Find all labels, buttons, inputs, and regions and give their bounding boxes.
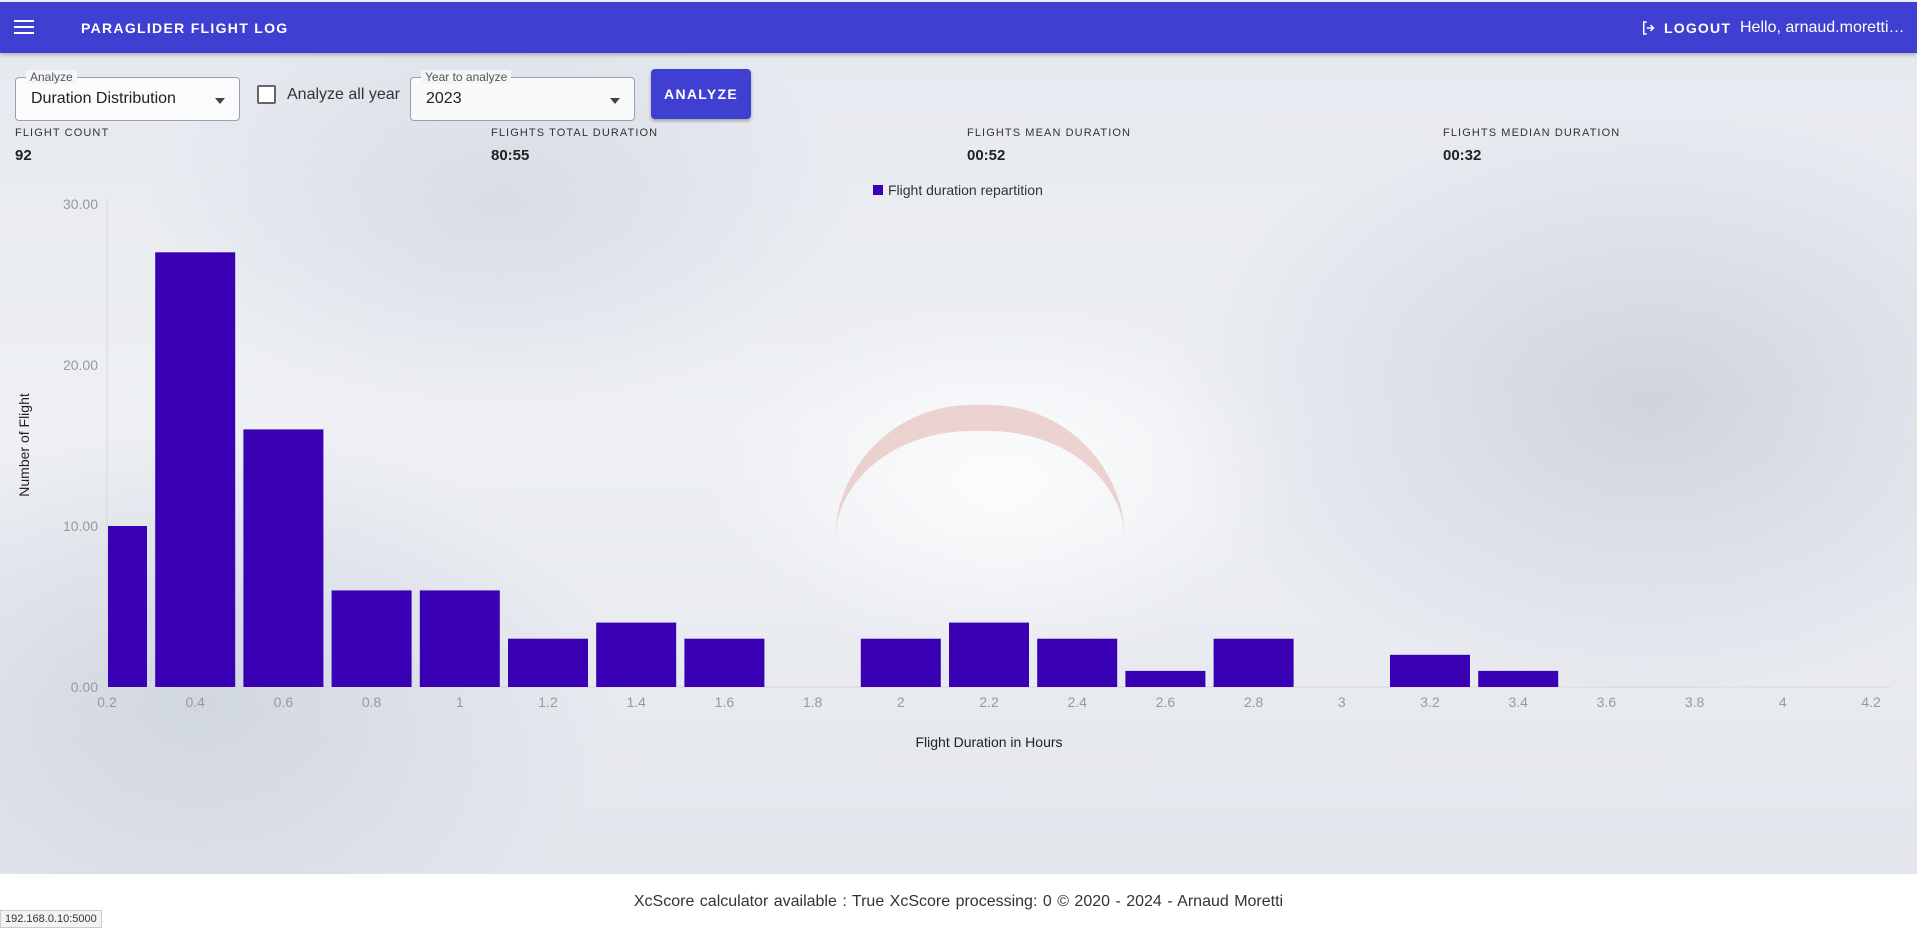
- chevron-down-icon: [215, 98, 225, 104]
- year-select-value: 2023: [426, 90, 462, 107]
- bar: [155, 252, 236, 688]
- x-tick-label: 3: [1338, 694, 1346, 710]
- logout-icon: [1643, 21, 1655, 35]
- year-select-label: Year to analyze: [421, 70, 512, 84]
- stat-label: FLIGHT COUNT: [15, 127, 110, 139]
- stat-value: 00:32: [1443, 147, 1482, 164]
- x-tick-label: 2.6: [1156, 694, 1176, 710]
- footer: XcScore calculator available : True XcSc…: [0, 874, 1917, 932]
- legend-label: Flight duration repartition: [888, 182, 1043, 198]
- app-title[interactable]: PARAGLIDER FLIGHT LOG: [81, 20, 288, 36]
- bar: [949, 622, 1029, 687]
- x-tick-label: 0.8: [362, 694, 382, 710]
- y-tick-label: 20.00: [63, 357, 98, 373]
- stat-value: 92: [15, 147, 32, 164]
- bar: [684, 638, 765, 687]
- stat-median-duration: FLIGHTS MEDIAN DURATION 00:32: [1443, 127, 1620, 164]
- bar: [1478, 670, 1559, 687]
- x-tick-label: 1.2: [538, 694, 558, 710]
- logout-button[interactable]: LOGOUT: [1640, 19, 1731, 37]
- analyze-select-label: Analyze: [26, 70, 77, 84]
- checkbox-label: Analyze all year: [287, 85, 400, 103]
- bar: [1213, 638, 1294, 687]
- status-url: 192.168.0.10:5000: [0, 910, 102, 928]
- user-greeting[interactable]: Hello, arnaud.moretti@...: [1740, 19, 1917, 37]
- bar: [243, 429, 324, 687]
- x-tick-label: 2.2: [979, 694, 999, 710]
- stat-flight-count: FLIGHT COUNT 92: [15, 127, 109, 164]
- x-tick-label: 1: [456, 694, 464, 710]
- x-tick-label: 1.4: [626, 694, 646, 710]
- bar: [508, 638, 588, 687]
- x-tick-label: 0.6: [274, 694, 294, 710]
- analyze-select[interactable]: Analyze Duration Distribution: [15, 70, 240, 121]
- x-tick-label: 3.8: [1685, 694, 1705, 710]
- legend-swatch: [873, 185, 883, 195]
- menu-icon[interactable]: [14, 20, 34, 36]
- bar: [1037, 638, 1118, 687]
- analyze-button[interactable]: ANALYZE: [651, 69, 751, 119]
- stat-label: FLIGHTS MEAN DURATION: [967, 127, 1132, 139]
- y-tick-label: 10.00: [63, 518, 98, 534]
- x-tick-label: 4: [1779, 694, 1787, 710]
- bar: [1125, 670, 1206, 687]
- bar: [331, 590, 412, 687]
- bar: [596, 622, 677, 687]
- analyze-all-year-checkbox[interactable]: Analyze all year: [257, 85, 400, 104]
- stat-value: 00:52: [967, 147, 1006, 164]
- bar: [108, 526, 147, 687]
- stat-label: FLIGHTS MEDIAN DURATION: [1443, 127, 1621, 139]
- bar: [419, 590, 500, 687]
- stat-total-duration: FLIGHTS TOTAL DURATION 80:55: [491, 127, 658, 164]
- x-tick-label: 2.8: [1244, 694, 1264, 710]
- bar: [1390, 654, 1470, 687]
- x-tick-label: 1.6: [715, 694, 735, 710]
- stat-value: 80:55: [491, 147, 530, 164]
- analyze-select-value: Duration Distribution: [31, 90, 176, 107]
- year-select[interactable]: Year to analyze 2023: [410, 70, 635, 121]
- x-tick-label: 0.2: [97, 694, 117, 710]
- footer-text: XcScore calculator available : True XcSc…: [633, 893, 1284, 910]
- chevron-down-icon: [610, 98, 620, 104]
- x-tick-label: 3.2: [1420, 694, 1440, 710]
- y-tick-label: 30.00: [63, 196, 98, 212]
- x-axis-title: Flight Duration in Hours: [915, 734, 1062, 750]
- x-tick-label: 2.4: [1067, 694, 1087, 710]
- logout-label: LOGOUT: [1664, 20, 1732, 36]
- x-tick-label: 3.6: [1597, 694, 1617, 710]
- stat-label: FLIGHTS TOTAL DURATION: [491, 127, 659, 139]
- checkbox-box[interactable]: [257, 85, 276, 104]
- x-tick-label: 3.4: [1508, 694, 1528, 710]
- y-tick-label: 0.00: [71, 679, 98, 695]
- y-axis-title: Number of Flight: [16, 393, 32, 497]
- x-tick-label: 4.2: [1861, 694, 1881, 710]
- x-tick-label: 1.8: [803, 694, 823, 710]
- x-tick-label: 0.4: [185, 694, 205, 710]
- duration-bar-chart: 0.00 10.00 20.00 30.00 0.2 0.4 0.6 0.8 1 1.2 1.4 1.…: [16, 182, 1890, 750]
- bar: [860, 638, 941, 687]
- x-tick-label: 2: [897, 694, 905, 710]
- stat-mean-duration: FLIGHTS MEAN DURATION 00:52: [967, 127, 1131, 164]
- app-bar: PARAGLIDER FLIGHT LOG LOGOUT Hello, arna…: [0, 2, 1917, 53]
